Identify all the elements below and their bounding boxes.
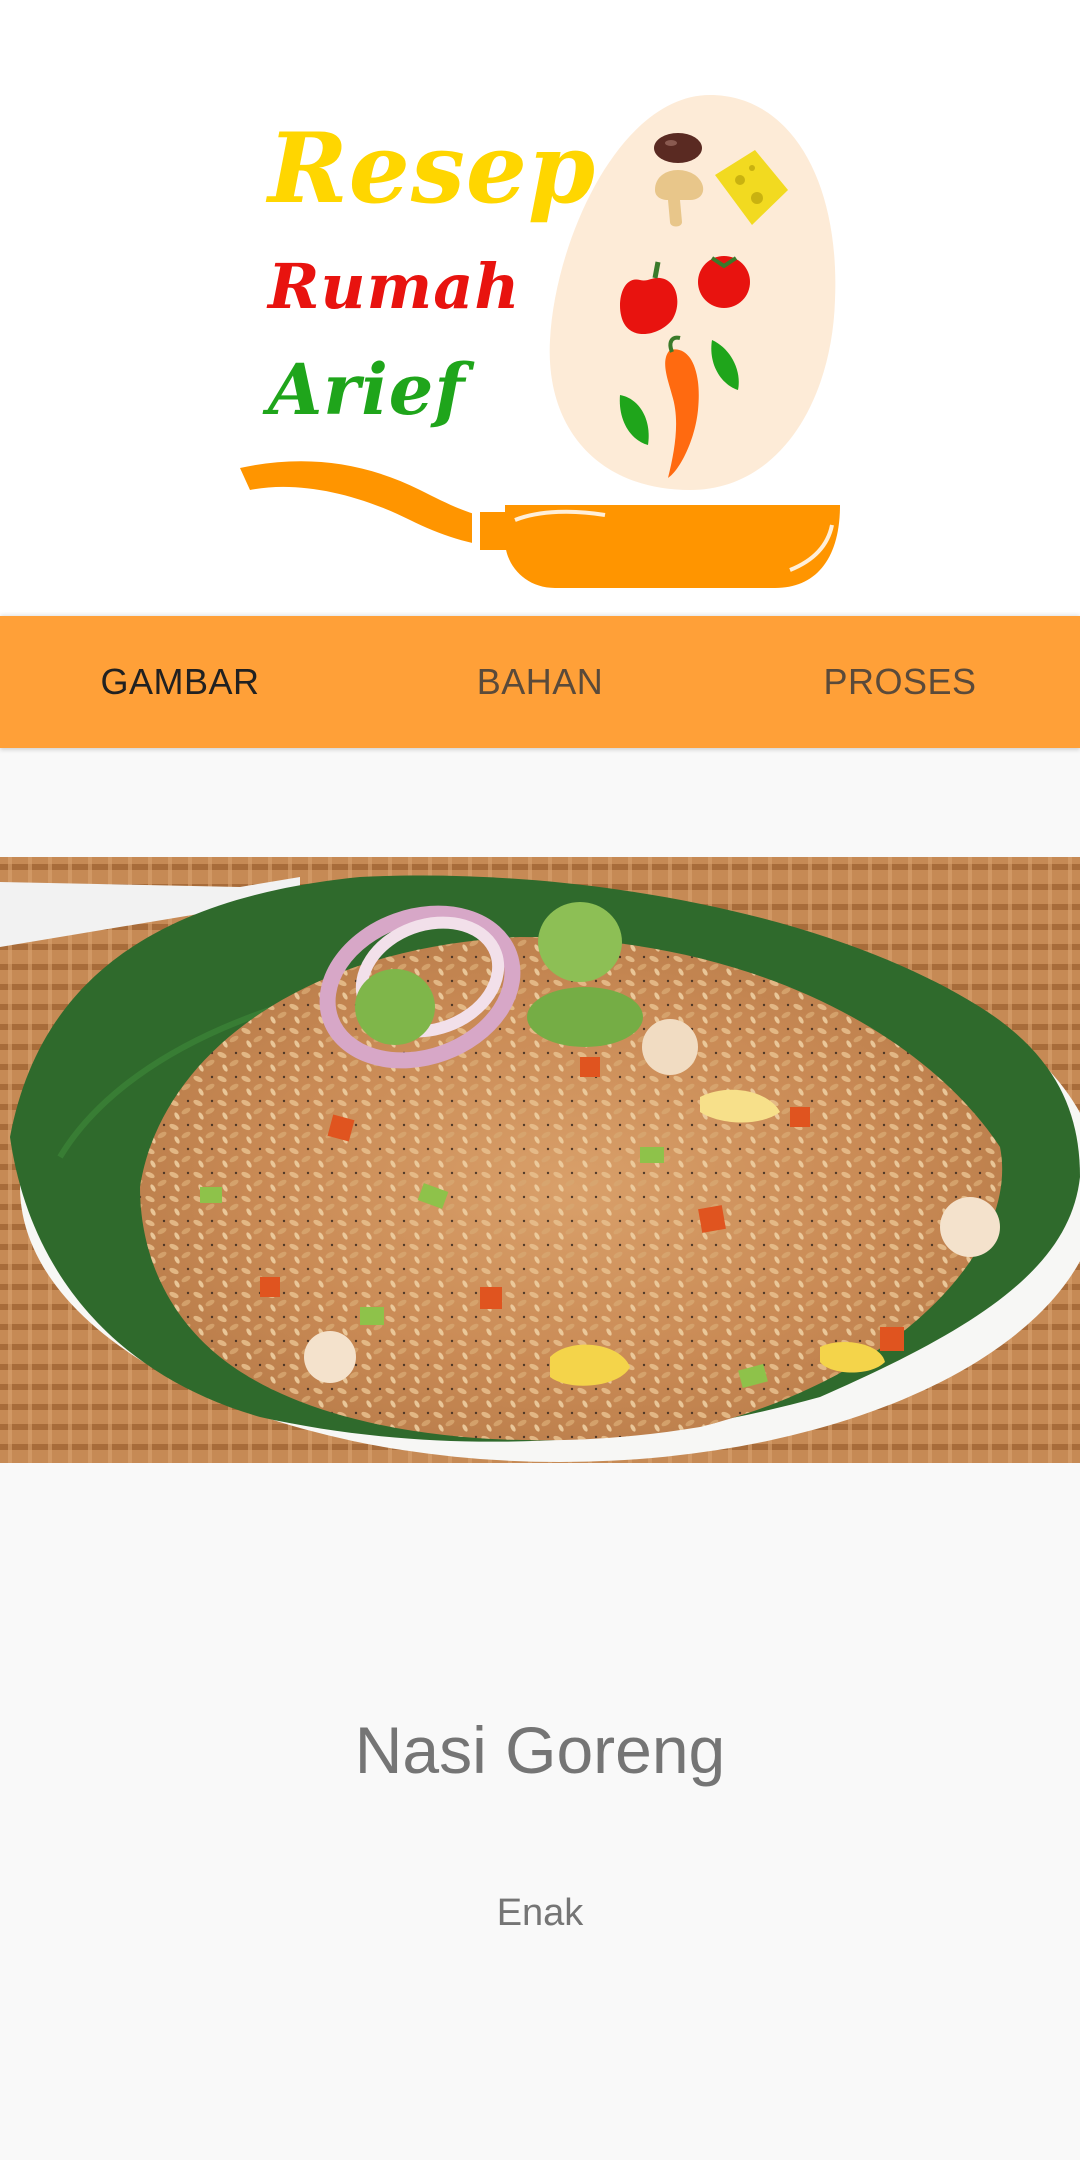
recipe-image	[0, 857, 1080, 1463]
app-header: Resep Rumah Arief	[0, 0, 1080, 616]
tab-gambar[interactable]: GAMBAR	[0, 616, 360, 748]
tab-proses[interactable]: PROSES	[720, 616, 1080, 748]
recipe-description: Enak	[496, 1892, 584, 1934]
tab-bar: GAMBAR BAHAN PROSES	[0, 616, 1080, 748]
logo-text-arief: Arief	[268, 348, 466, 431]
fried-rice-photo-icon	[0, 857, 1080, 1463]
logo-text-resep: Resep	[268, 112, 597, 225]
pan-handle	[240, 461, 505, 548]
logo-text-rumah: Rumah	[268, 250, 521, 323]
recipe-title: Nasi Goreng	[354, 1713, 726, 1787]
tab-bahan[interactable]: BAHAN	[360, 616, 720, 748]
pan-body	[505, 505, 840, 588]
olive-icon	[654, 133, 702, 163]
